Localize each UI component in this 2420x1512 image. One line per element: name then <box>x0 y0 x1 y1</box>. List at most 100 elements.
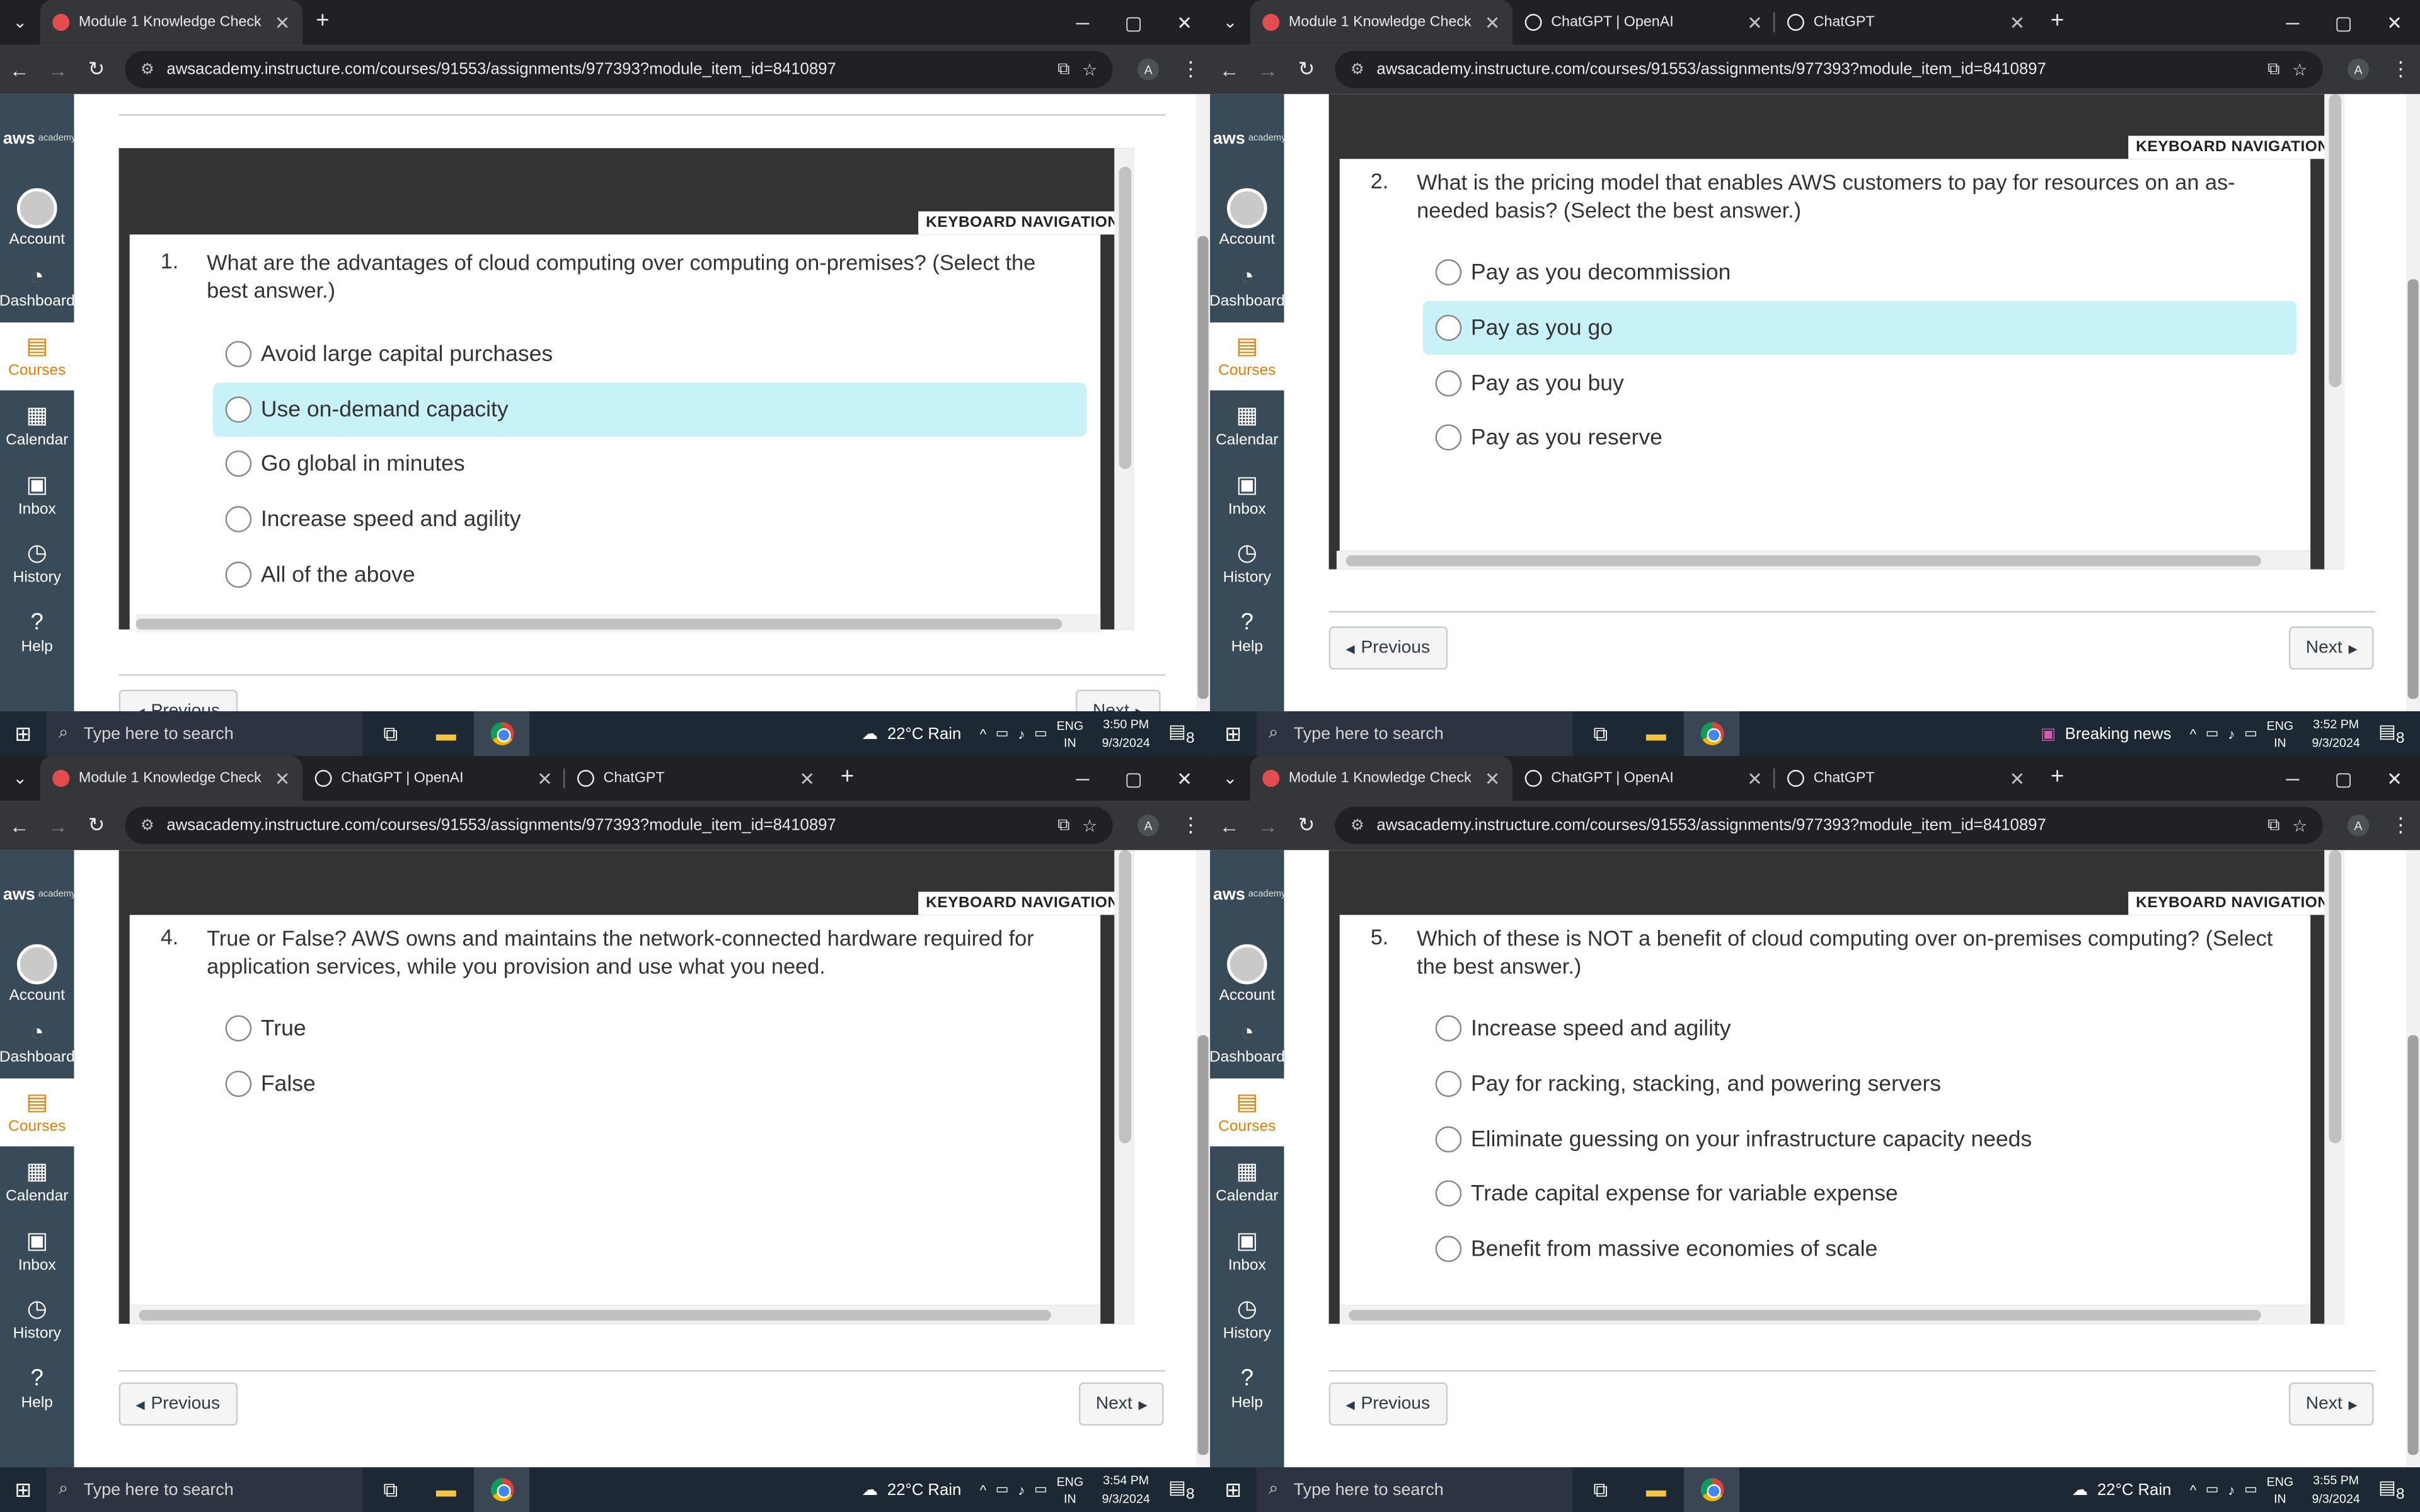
notification-icon[interactable]: ▤8 <box>1168 1476 1194 1503</box>
nav-help[interactable]: ? Help <box>0 598 74 668</box>
answer-option[interactable]: Pay as you buy <box>1423 357 2296 411</box>
close-tab-icon[interactable]: ✕ <box>2009 769 2025 790</box>
answer-option[interactable]: False <box>213 1057 1086 1111</box>
next-button[interactable]: Next ▸ <box>2288 1382 2375 1426</box>
chrome-taskbar-icon[interactable] <box>473 1467 530 1512</box>
aws-academy-logo[interactable]: aws academy <box>0 850 76 939</box>
url-input[interactable]: ⚙ awsacademy.instructure.com/courses/9155… <box>1335 50 2323 88</box>
previous-button[interactable]: ◂ Previous <box>1328 626 1448 670</box>
speaker-icon[interactable]: ♪ <box>1018 1482 1025 1497</box>
previous-button[interactable]: ◂ Previous <box>118 689 237 711</box>
tray-chevron-icon[interactable]: ^ <box>980 726 986 741</box>
task-view-icon[interactable]: ⧉ <box>1573 1477 1628 1502</box>
windows-start-icon[interactable]: ⊞ <box>0 1477 46 1502</box>
tray-chevron-icon[interactable]: ^ <box>2190 1482 2196 1497</box>
tab-chatgpt[interactable]: ChatGPT ✕ <box>1775 756 2037 801</box>
speaker-icon[interactable]: ♪ <box>2228 726 2235 741</box>
browser-menu-icon[interactable]: ⋮ <box>2391 57 2411 82</box>
answer-option[interactable]: Increase speed and agility <box>1423 1001 2296 1055</box>
answer-option-highlighted[interactable]: Pay as you go <box>1422 301 2297 355</box>
answer-option[interactable]: Avoid large capital purchases <box>213 327 1086 381</box>
page-scrollbar[interactable] <box>2406 850 2420 1467</box>
answer-option[interactable]: All of the above <box>213 547 1086 602</box>
tab-search-icon[interactable]: ⌄ <box>1210 756 1250 801</box>
weather-widget[interactable]: ☁ 22°C Rain <box>2071 1480 2171 1499</box>
back-icon[interactable]: ← <box>1210 814 1248 837</box>
clock[interactable]: 3:50 PM 9/3/2024 <box>1102 715 1150 752</box>
radio-button[interactable] <box>225 341 252 367</box>
forward-icon[interactable]: → <box>38 58 77 81</box>
aws-academy-logo[interactable]: aws academy <box>0 94 76 183</box>
profile-avatar[interactable]: A <box>1137 815 1160 837</box>
nav-calendar[interactable]: ▦ Calendar <box>1210 391 1284 461</box>
windows-start-icon[interactable]: ⊞ <box>1210 1477 1256 1502</box>
reload-icon[interactable]: ↻ <box>77 813 115 838</box>
answer-option-highlighted[interactable]: Use on-demand capacity <box>212 382 1087 437</box>
tab-chatgpt[interactable]: ChatGPT ✕ <box>565 756 827 801</box>
file-explorer-icon[interactable]: ▬ <box>418 1478 474 1501</box>
reload-icon[interactable]: ↻ <box>1287 813 1325 838</box>
tab-chatgpt-openai[interactable]: ChatGPT | OpenAI ✕ <box>1512 756 1775 801</box>
answer-option[interactable]: Pay as you decommission <box>1423 245 2296 299</box>
answer-option[interactable]: Increase speed and agility <box>213 492 1086 546</box>
reload-icon[interactable]: ↻ <box>1287 57 1325 82</box>
clock[interactable]: 3:54 PM 9/3/2024 <box>1102 1471 1150 1508</box>
network-icon[interactable]: ▭ <box>2244 1481 2257 1498</box>
radio-button[interactable] <box>225 450 252 477</box>
page-scrollbar[interactable] <box>1196 850 1211 1467</box>
url-input[interactable]: ⚙ awsacademy.instructure.com/courses/9155… <box>125 806 1113 844</box>
network-icon[interactable]: ▭ <box>1034 1481 1047 1498</box>
radio-button[interactable] <box>1435 1126 1462 1153</box>
maximize-icon[interactable]: ▢ <box>1108 11 1159 33</box>
forward-icon[interactable]: → <box>1248 58 1287 81</box>
site-info-icon[interactable]: ⚙ <box>1351 61 1364 78</box>
tab-knowledge-check[interactable]: Module 1 Knowledge Check ✕ <box>40 756 303 801</box>
nav-history[interactable]: ◷ History <box>0 529 74 598</box>
radio-button[interactable] <box>1435 1180 1462 1207</box>
nav-dashboard[interactable]: ◔ Dashboard <box>0 253 75 322</box>
close-window-icon[interactable]: ✕ <box>1159 767 1210 789</box>
profile-avatar[interactable]: A <box>2347 815 2370 837</box>
task-view-icon[interactable]: ⧉ <box>363 1477 418 1502</box>
url-input[interactable]: ⚙ awsacademy.instructure.com/courses/915… <box>125 50 1113 88</box>
weather-widget[interactable]: ☁ 22°C Rain <box>861 1480 961 1499</box>
vertical-scrollbar[interactable] <box>1114 850 1135 1324</box>
file-explorer-icon[interactable]: ▬ <box>418 722 474 745</box>
answer-option[interactable]: Pay as you reserve <box>1423 410 2296 464</box>
previous-button[interactable]: ◂ Previous <box>118 1382 237 1426</box>
maximize-icon[interactable]: ▢ <box>2318 767 2369 789</box>
task-view-icon[interactable]: ⧉ <box>363 721 418 746</box>
back-icon[interactable]: ← <box>1210 58 1248 81</box>
windows-start-icon[interactable]: ⊞ <box>0 721 46 746</box>
radio-button[interactable] <box>1435 424 1462 451</box>
chrome-taskbar-icon[interactable] <box>1683 1467 1740 1512</box>
battery-icon[interactable]: ▭ <box>2206 725 2219 742</box>
language-indicator[interactable]: ENG IN <box>2267 1473 2293 1507</box>
battery-icon[interactable]: ▭ <box>2206 1481 2219 1498</box>
weather-widget[interactable]: ☁ 22°C Rain <box>861 724 961 743</box>
close-window-icon[interactable]: ✕ <box>1159 11 1210 33</box>
nav-inbox[interactable]: ▣ Inbox <box>1210 460 1284 529</box>
nav-account[interactable]: Account <box>0 939 74 1009</box>
answer-option[interactable]: Pay for racking, stacking, and powering … <box>1423 1057 2296 1111</box>
radio-button[interactable] <box>225 1015 252 1042</box>
install-app-icon[interactable]: ⧉ <box>1057 59 1069 79</box>
next-button[interactable]: Next ▸ <box>1078 1382 1165 1426</box>
aws-academy-logo[interactable]: aws academy <box>1210 850 1286 939</box>
page-scrollbar[interactable] <box>1196 94 1211 711</box>
horizontal-scrollbar[interactable] <box>1336 551 2311 570</box>
language-indicator[interactable]: ENG IN <box>1057 717 1083 751</box>
browser-menu-icon[interactable]: ⋮ <box>1180 813 1201 838</box>
chrome-taskbar-icon[interactable] <box>1683 711 1740 757</box>
file-explorer-icon[interactable]: ▬ <box>1628 1478 1684 1501</box>
vertical-scrollbar[interactable] <box>1114 148 1135 630</box>
taskbar-search-input[interactable]: ⌕ Type here to search <box>46 711 363 757</box>
battery-icon[interactable]: ▭ <box>996 725 1009 742</box>
new-tab-button[interactable]: + <box>2037 8 2078 34</box>
nav-calendar[interactable]: ▦ Calendar <box>0 391 74 461</box>
answer-option[interactable]: Trade capital expense for variable expen… <box>1423 1166 2296 1220</box>
reload-icon[interactable]: ↻ <box>77 57 115 82</box>
close-tab-icon[interactable]: ✕ <box>1747 769 1763 790</box>
bookmark-star-icon[interactable]: ☆ <box>2292 59 2307 79</box>
back-icon[interactable]: ← <box>0 814 38 837</box>
